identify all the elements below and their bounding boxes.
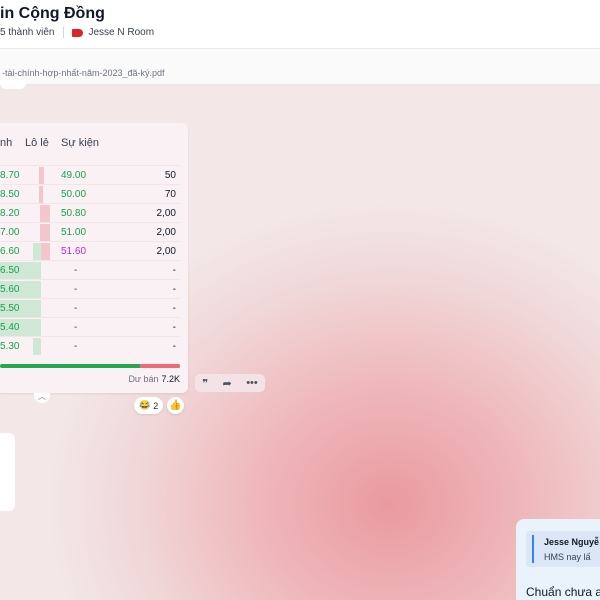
price-cell: 8.20 — [0, 208, 20, 219]
reaction-badge[interactable]: 😂 2 — [134, 397, 164, 414]
event-cell: 51.60 — [61, 246, 87, 257]
event-cell: 50.00 — [61, 189, 87, 200]
volume-cell: 2,00 — [156, 246, 176, 257]
balance: Dư bán 7.2K — [128, 374, 180, 384]
volume-bar — [41, 243, 50, 260]
table-row: 8.20 50.80 2,00 — [0, 203, 180, 223]
column-header-event: Sự kiện — [61, 137, 99, 149]
quoted-message[interactable]: Jesse Nguyễ HMS nay lấ — [526, 531, 600, 567]
event-cell: 51.00 — [61, 227, 87, 238]
table-row: 5.40 - - — [0, 317, 180, 337]
volume-bar — [40, 224, 50, 241]
buy-sell-ratio-bar — [0, 364, 180, 368]
quote-indicator — [532, 535, 534, 563]
event-cell: 50.80 — [61, 208, 87, 219]
divider — [62, 27, 64, 38]
volume-cell: 2,00 — [156, 208, 176, 219]
price-cell: 5.50 — [0, 303, 20, 314]
price-cell: 5.60 — [0, 284, 20, 295]
volume-bar — [39, 167, 44, 184]
member-count[interactable]: 5 thành viên — [0, 27, 55, 38]
event-cell: - — [74, 341, 78, 352]
volume-bar — [39, 186, 43, 203]
volume-cell: - — [172, 265, 176, 276]
volume-bar — [33, 338, 41, 355]
balance-label: Dư bán — [128, 374, 159, 384]
table-row: 6.50 - - — [0, 260, 180, 280]
price-cell: 6.60 — [0, 246, 20, 257]
price-cell: 7.00 — [0, 227, 20, 238]
price-cell: 5.40 — [0, 322, 20, 333]
tag-label[interactable]: Jesse N Room — [89, 27, 155, 38]
volume-cell: - — [172, 341, 176, 352]
volume-bar — [40, 205, 50, 222]
table-row: 8.70 49.00 50 — [0, 165, 180, 185]
order-book-card: nh Lô lẻ Sự kiện 8.70 49.00 50 8.50 50.0… — [0, 123, 188, 403]
share-icon[interactable]: ➦ — [223, 377, 232, 390]
table-row: 5.50 - - — [0, 298, 180, 318]
volume-bar — [33, 243, 41, 260]
like-icon[interactable]: 👍 — [167, 397, 184, 414]
message-text: Chuẩn chưa an — [526, 585, 600, 599]
event-cell: - — [74, 265, 78, 276]
volume-cell: - — [172, 322, 176, 333]
file-name[interactable]: -tài-chính-hợp-nhất-năm-2023_đã-ký.pdf — [2, 68, 165, 78]
price-cell: 6.50 — [0, 265, 20, 276]
pinned-chip — [0, 80, 26, 89]
column-header-odd-lot: Lô lẻ — [25, 137, 49, 149]
price-cell: 8.50 — [0, 189, 20, 200]
chat-header: in Cộng Đồng 5 thành viên Jesse N Room — [0, 0, 600, 49]
quote-text: HMS nay lấ — [544, 552, 591, 562]
event-cell: - — [74, 284, 78, 295]
chevron-up-icon: ︿ — [38, 392, 46, 401]
more-icon[interactable]: ••• — [246, 377, 258, 389]
event-cell: - — [74, 322, 78, 333]
message-actions: ❞ ➦ ••• — [195, 374, 265, 392]
volume-cell: - — [172, 284, 176, 295]
price-cell: 5.30 — [0, 341, 20, 352]
table-row: 6.60 51.60 2,00 — [0, 241, 180, 261]
quote-icon[interactable]: ❞ — [202, 377, 208, 390]
table-row: 5.60 - - — [0, 279, 180, 299]
quote-author: Jesse Nguyễ — [544, 537, 600, 547]
volume-cell: 70 — [164, 189, 176, 200]
event-cell: 49.00 — [61, 170, 87, 181]
event-cell: - — [74, 303, 78, 314]
header-subtitle: 5 thành viên Jesse N Room — [0, 27, 154, 38]
balance-value: 7.2K — [161, 374, 180, 384]
table-row: 7.00 51.00 2,00 — [0, 222, 180, 242]
laugh-emoji-icon: 😂 — [139, 400, 151, 410]
table-row: 8.50 50.00 70 — [0, 184, 180, 204]
reaction-count: 2 — [153, 400, 159, 411]
message-card — [0, 433, 15, 511]
table-row: 5.30 - - — [0, 336, 180, 356]
price-cell: 8.70 — [0, 170, 20, 181]
group-title[interactable]: in Cộng Đồng — [0, 5, 105, 23]
volume-cell: - — [172, 303, 176, 314]
column-header-price: nh — [0, 137, 13, 149]
volume-cell: 2,00 — [156, 227, 176, 238]
volume-cell: 50 — [164, 170, 176, 181]
tag-icon — [71, 28, 83, 37]
sell-ratio-fill — [140, 364, 180, 368]
pinned-file-bar[interactable]: -tài-chính-hợp-nhất-năm-2023_đã-ký.pdf — [0, 49, 600, 85]
message-bubble: Jesse Nguyễ HMS nay lấ Chuẩn chưa an — [516, 519, 600, 600]
